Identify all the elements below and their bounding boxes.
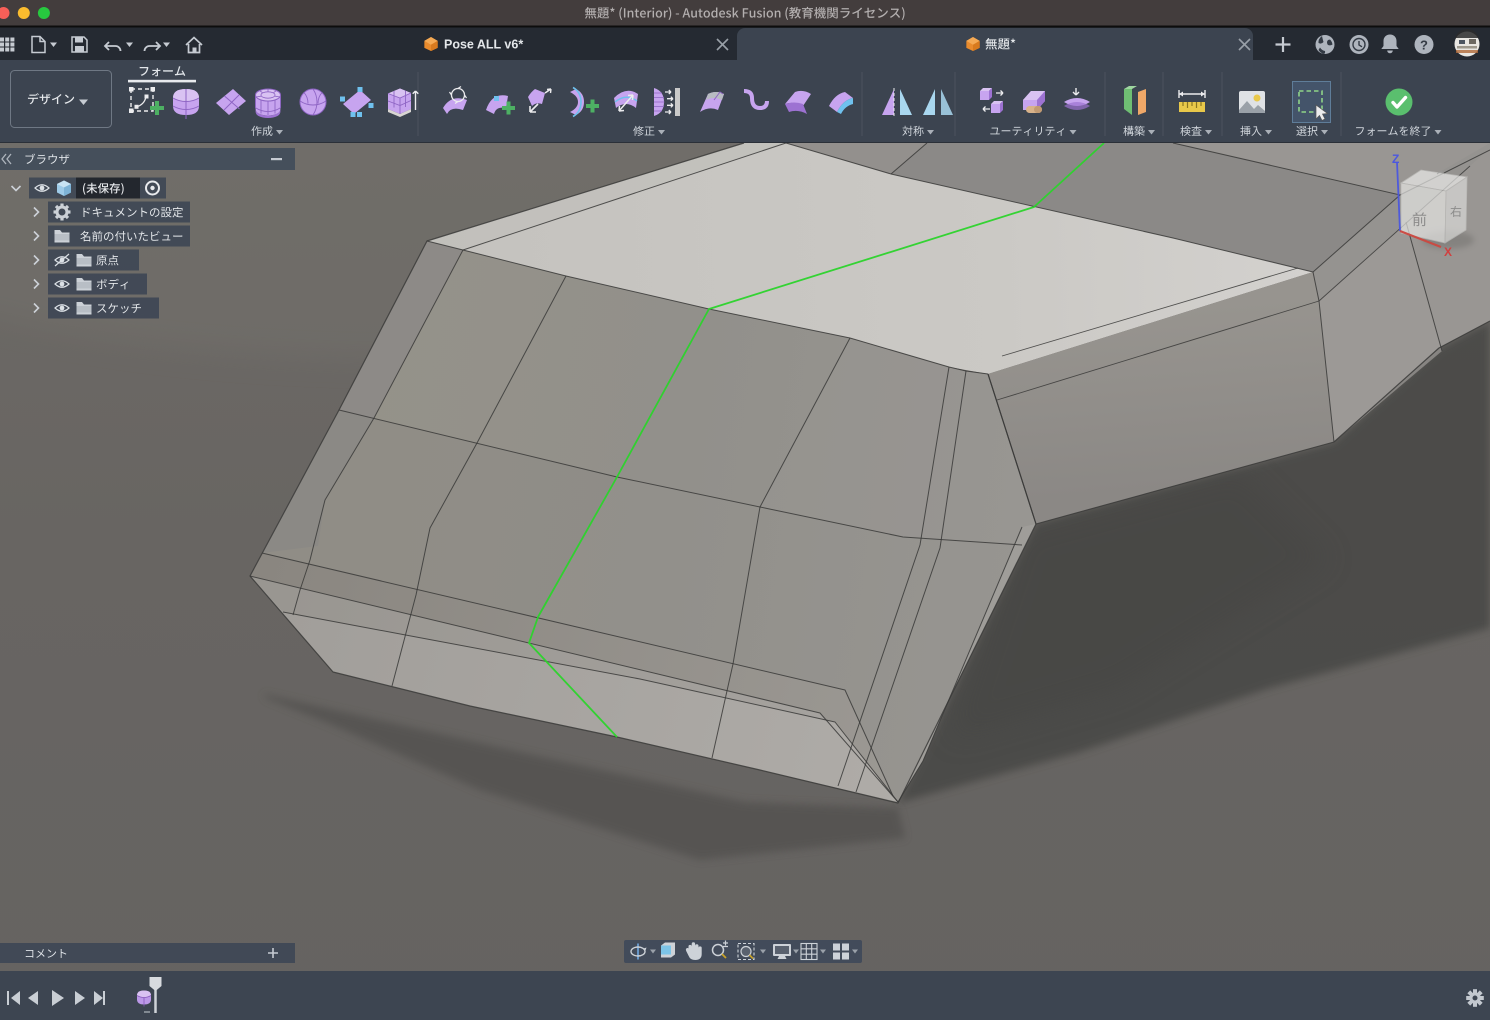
svg-text:X: X — [1444, 245, 1452, 259]
svg-text:?: ? — [1420, 38, 1428, 53]
svg-text:Pose ALL v6*: Pose ALL v6* — [444, 38, 523, 52]
svg-text:Z: Z — [1392, 152, 1399, 166]
